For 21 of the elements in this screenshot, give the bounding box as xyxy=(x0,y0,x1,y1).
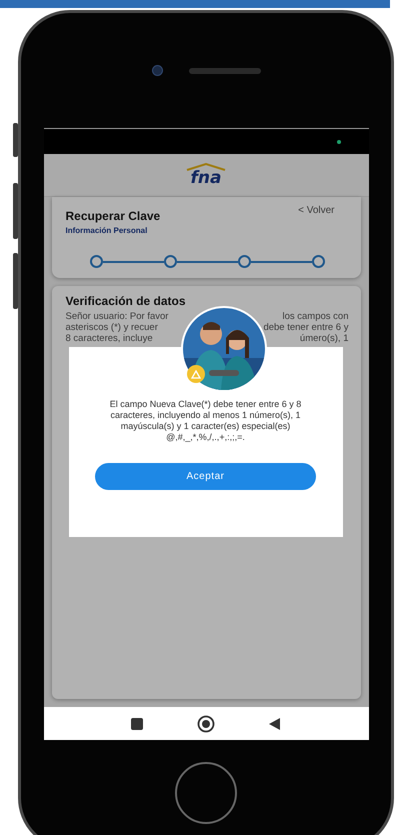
camera-icon xyxy=(152,65,162,76)
instruction-text: 8 caracteres, incluye xyxy=(66,333,153,344)
instruction-text: debe tener entre 6 y xyxy=(263,322,348,333)
status-dot-icon xyxy=(336,140,340,144)
instruction-text: úmero(s), 1 xyxy=(300,333,348,344)
page-subtitle: Información Personal xyxy=(66,226,148,235)
square-icon[interactable] xyxy=(130,716,144,730)
dialog-message: El campo Nueva Clave(*) debe tener entre 6 y 8 caracteres, incluyendo al menos 1 número(s), 1 mayúscula(s) y 1 caracter(es) especial(es) @,#,_,*,%,/,.,+,:,;,=. xyxy=(108,399,302,443)
accept-button[interactable]: Aceptar xyxy=(95,463,316,490)
back-triangle-icon[interactable] xyxy=(268,716,282,730)
instruction-text: Señor usuario: Por favor xyxy=(66,311,168,322)
section-title: Verificación de datos xyxy=(66,294,187,308)
roof-icon xyxy=(186,162,226,170)
logo: fna xyxy=(190,168,222,188)
instruction-text: los campos con xyxy=(282,311,348,322)
speaker-grille xyxy=(188,68,260,74)
home-circle-icon[interactable] xyxy=(197,714,215,732)
page-title: Recuperar Clave xyxy=(66,209,160,223)
back-link[interactable]: < Volver xyxy=(298,205,334,216)
instruction-text: asteriscos (*) y recuer xyxy=(66,322,158,333)
home-button[interactable] xyxy=(175,762,237,824)
